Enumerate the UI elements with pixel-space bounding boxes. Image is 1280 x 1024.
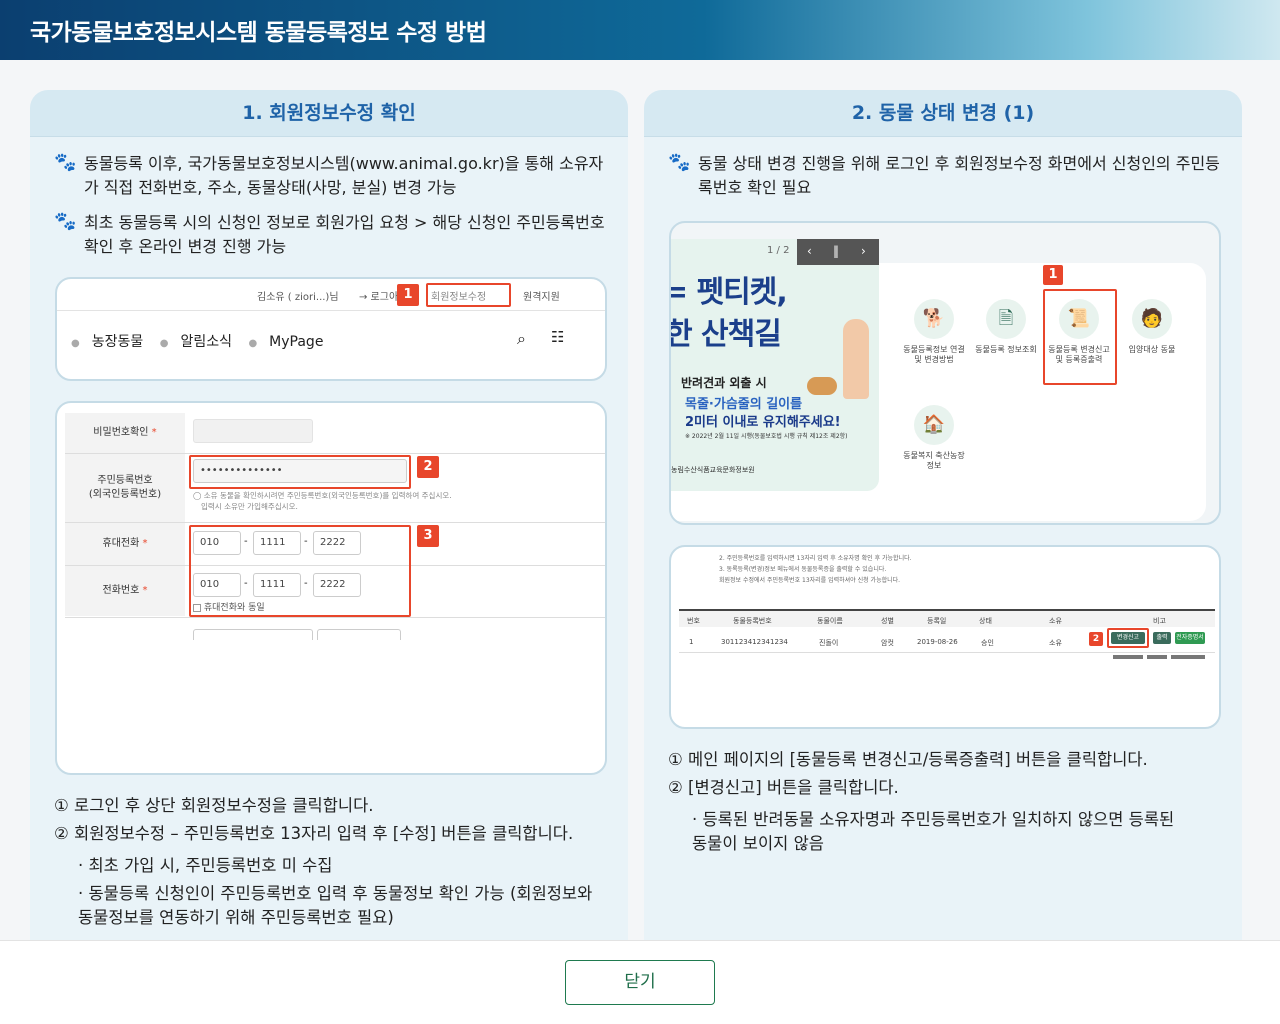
next-icon[interactable]: › [861,244,866,258]
adopt-icon: 🧑 [1132,299,1172,339]
phone-label: 전화번호 * [65,566,185,616]
banner-org: 농림수산식품교육문화정보원 [671,466,755,474]
bullet-text: 동물등록 이후, 국가동물보호정보시스템(www.animal.go.kr)을 … [84,154,604,197]
prev-icon[interactable]: ‹ [807,244,812,258]
note-detail: · 등록된 반려동물 소유자명과 주민등록번호가 일치하지 않으면 등록된 [692,810,1175,829]
banner-text: ※ 2022년 2월 11일 시행(동물보호법 시행 규칙 제12조 제2항) [685,433,848,440]
bullet-list: 🐾 동물 상태 변경 진행을 위해 로그인 후 회원정보수정 화면에서 신청인의… [668,152,1228,211]
step-badge: 2 [417,456,439,478]
rrn-label: 주민등록번호 (외국인등록번호) [65,454,185,522]
info-text: 2. 주민등록번호를 입력하시면 13자리 입력 후 소유자명 확인 후 가능합… [719,555,912,562]
info-text: 3. 동록등록(변경)정보 메뉴에서 동물등록증을 출력할 수 있습니다. [719,566,887,573]
step-badge: 3 [417,525,439,547]
service-link-registration-lookup[interactable]: 🗎 동물등록 정보조회 [971,299,1041,355]
next-field [193,629,313,640]
note-step-1: ① 로그인 후 상단 회원정보수정을 클릭합니다. [54,796,374,815]
print-button[interactable]: 출력 [1153,632,1171,644]
service-link-adoption[interactable]: 🧑 입양대상 동물 [1117,299,1187,355]
footer-bar: 닫기 [0,940,1280,1024]
page-header: 국가동물보호정보시스템 동물등록정보 수정 방법 [0,0,1280,60]
note-step-1: ① 메인 페이지의 [동물등록 변경신고/등록증출력] 버튼을 클릭합니다. [668,750,1148,769]
bullet-item: 🐾 동물 상태 변경 진행을 위해 로그인 후 회원정보수정 화면에서 신청인의… [668,152,1228,200]
bullet-item: 🐾 최초 동물등록 시의 신청인 정보로 회원가입 요청 > 해당 신청인 주민… [54,211,614,259]
banner-headline: 한 산책길 [671,317,782,352]
banner-text: 반려견과 외출 시 [681,376,767,390]
highlight-box [189,525,411,617]
petiquette-banner[interactable]: 1 / 2 ‹ ‖ › = 펫티켓, 한 산책길 반려견과 외출 시 목줄·가슴… [671,239,879,491]
member-edit-card: 1. 회원정보수정 확인 🐾 동물등록 이후, 국가동물보호정보시스템(www.… [30,90,628,950]
site-header-screenshot: 김소유 ( ziori...)님 → 로그아웃 회원정보수정 원격지원 1 ● 농… [55,277,607,381]
password-label: 비밀번호확인 * [65,413,185,453]
page-title: 국가동물보호정보시스템 동물등록정보 수정 방법 [30,20,487,46]
service-link-welfare-farm[interactable]: 🏠 동물복지 축산농장 정보 [899,405,969,471]
search-icon[interactable]: ⌕ [517,329,526,349]
banner-text: 목줄·가슴줄의 길이를 [685,397,803,412]
grid-menu-icon[interactable]: ☷ [551,328,564,346]
card-title: 1. 회원정보수정 확인 [30,90,628,137]
nav-item-farm-animals[interactable]: 농장동물 [92,334,144,350]
registration-list-screenshot: 2. 주민등록번호를 입력하시면 13자리 입력 후 소유자명 확인 후 가능합… [669,545,1221,729]
step-badge: 1 [397,284,419,306]
banner-pager: 1 / 2 [767,245,790,256]
note-step-2: ② 회원정보수정 – 주민등록번호 13자리 입력 후 [수정] 버튼을 클릭합… [54,824,574,843]
service-link-registration-guide[interactable]: 🐕 동물등록정보 연결 및 변경방법 [899,299,969,365]
note-step-2: ② [변경신고] 버튼을 클릭합니다. [668,778,899,797]
dog-icon: 🐕 [914,299,954,339]
step-badge: 2 [1089,632,1103,646]
highlight-box [189,455,411,489]
mobile-label: 휴대전화 * [65,523,185,565]
bullet-list: 🐾 동물등록 이후, 국가동물보호정보시스템(www.animal.go.kr)… [54,152,614,270]
banner-controls: ‹ ‖ › [797,239,879,265]
table-header: 번호 동물등록번호 동물이름 성별 등록일 상태 소유 비고 [679,609,1215,627]
step-badge: 1 [1043,265,1063,285]
password-input[interactable] [193,419,313,443]
walker-illustration [843,319,869,399]
rrn-help: ◯ 소유 동물을 확인하시려면 주민등록번호(외국인등록번호)를 입력하여 주십… [193,491,452,511]
note-detail: · 최초 가입 시, 주민등록번호 미 수집 [78,856,333,875]
main-page-screenshot: 1 / 2 ‹ ‖ › = 펫티켓, 한 산책길 반려견과 외출 시 목줄·가슴… [669,221,1221,525]
info-text: 회원정보 수정에서 주민등록번호 13자리를 입력하셔야 신청 가능합니다. [719,577,901,584]
bullet-item: 🐾 동물등록 이후, 국가동물보호정보시스템(www.animal.go.kr)… [54,152,614,200]
pause-icon[interactable]: ‖ [833,244,839,258]
note-detail: 동물이 보이지 않음 [692,834,824,853]
instruction-notes: ① 메인 페이지의 [동물등록 변경신고/등록증출력] 버튼을 클릭합니다. ②… [668,748,1228,856]
remote-support-link[interactable]: 원격지원 [523,288,560,303]
farm-icon: 🏠 [914,405,954,445]
instruction-notes: ① 로그인 후 상단 회원정보수정을 클릭합니다. ② 회원정보수정 – 주민등… [54,794,614,930]
banner-headline: = 펫티켓, [671,275,788,310]
highlight-box [1043,289,1117,385]
card-title: 2. 동물 상태 변경 (1) [644,90,1242,137]
note-detail: 동물정보를 연동하기 위해 주민등록번호 필요) [78,908,394,927]
highlight-box [1107,628,1149,648]
paw-icon: 🐾 [54,211,77,232]
next-field [317,629,401,640]
paw-icon: 🐾 [668,152,691,173]
utility-bar: 김소유 ( ziori...)님 → 로그아웃 회원정보수정 원격지원 [57,279,605,311]
nav-item-news[interactable]: 알림소식 [180,334,232,350]
close-button[interactable]: 닫기 [565,960,715,1005]
user-name: 김소유 ( ziori...)님 [257,292,339,303]
bullet-text: 최초 동물등록 시의 신청인 정보로 회원가입 요청 > 해당 신청인 주민등록… [84,213,605,256]
banner-text: 2미터 이내로 유지해주세요! [685,415,841,430]
dog-illustration [807,377,837,395]
e-certificate-button[interactable]: 전자증명서 [1175,632,1205,644]
status-change-card: 2. 동물 상태 변경 (1) 🐾 동물 상태 변경 진행을 위해 로그인 후 … [644,90,1242,950]
document-icon: 🗎 [986,299,1026,339]
bullet-text: 동물 상태 변경 진행을 위해 로그인 후 회원정보수정 화면에서 신청인의 주… [698,154,1220,197]
nav-item-mypage[interactable]: MyPage [269,334,323,350]
main-nav: ● 농장동물 ● 알림소식 ● MyPage [71,334,324,350]
member-form-screenshot: 비밀번호확인 * 주민등록번호 (외국인등록번호) ••••••••••••••… [55,401,607,775]
note-detail: · 동물등록 신청인이 주민등록번호 입력 후 동물정보 확인 가능 (회원정보… [78,884,593,903]
highlight-box [426,283,511,307]
paw-icon: 🐾 [54,152,77,173]
